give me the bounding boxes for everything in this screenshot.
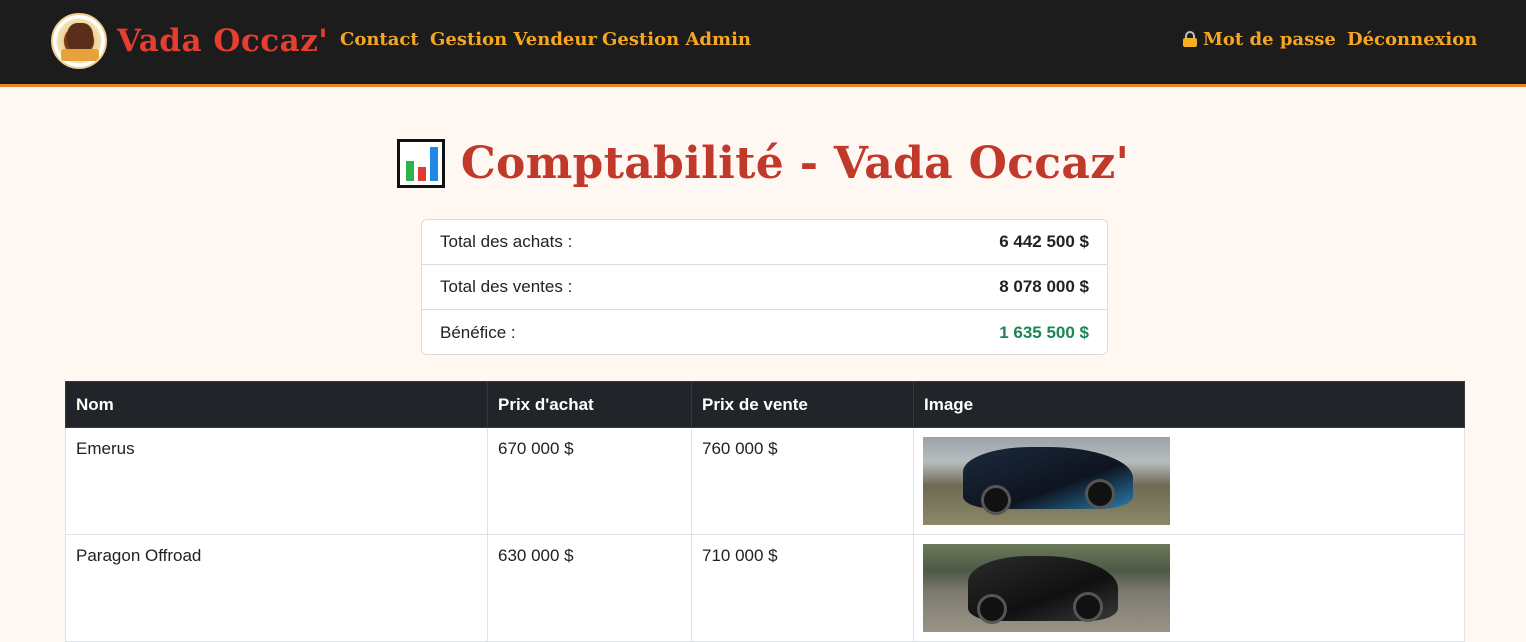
page-title: Comptabilité - Vada Occaz' (460, 138, 1130, 189)
summary-value-profit: 1 635 500 $ (999, 322, 1089, 342)
lock-icon (1183, 31, 1197, 47)
nav-logout[interactable]: Déconnexion (1347, 29, 1477, 50)
table-row: Emerus 670 000 $ 760 000 $ (65, 427, 1465, 535)
column-header-sale-price: Prix de vente (691, 381, 914, 428)
brand-name: Vada Occaz' (117, 23, 329, 59)
cell-name: Emerus (65, 427, 488, 535)
navbar: Vada Occaz' Contact Gestion Vendeur Gest… (0, 0, 1526, 87)
nav-contact[interactable]: Contact (340, 29, 419, 50)
vehicles-table: Nom Prix d'achat Prix de vente Image Eme… (65, 381, 1465, 642)
nav-gestion-vendeur[interactable]: Gestion Vendeur (430, 29, 597, 50)
table-row: Paragon Offroad 630 000 $ 710 000 $ (65, 534, 1465, 642)
cell-name: Paragon Offroad (65, 534, 488, 642)
accounting-summary: Total des achats : 6 442 500 $ Total des… (421, 219, 1108, 355)
summary-value: 8 078 000 $ (999, 277, 1089, 296)
nav-password[interactable]: Mot de passe (1183, 29, 1336, 50)
cell-sale-price: 760 000 $ (691, 427, 914, 535)
summary-label: Total des achats : (440, 232, 573, 251)
nav-gestion-admin[interactable]: Gestion Admin (602, 29, 751, 50)
brand-home-link[interactable]: Vada Occaz' (51, 13, 328, 69)
cell-image (913, 427, 1465, 535)
cell-purchase-price: 630 000 $ (487, 534, 692, 642)
bar-chart-icon (396, 139, 445, 188)
page-header: Comptabilité - Vada Occaz' (0, 138, 1526, 193)
cell-image (913, 534, 1465, 642)
column-header-name: Nom (65, 381, 488, 428)
column-header-purchase-price: Prix d'achat (487, 381, 692, 428)
column-header-image: Image (913, 381, 1465, 428)
car-photo-emerus (923, 437, 1170, 525)
cell-sale-price: 710 000 $ (691, 534, 914, 642)
summary-label: Bénéfice : (440, 322, 516, 342)
car-photo-paragon-offroad (923, 544, 1170, 632)
table-header-row: Nom Prix d'achat Prix de vente Image (65, 381, 1465, 428)
cell-purchase-price: 670 000 $ (487, 427, 692, 535)
logo-icon (51, 13, 107, 69)
summary-row-purchases: Total des achats : 6 442 500 $ (422, 220, 1107, 265)
summary-label: Total des ventes : (440, 277, 573, 296)
nav-password-label: Mot de passe (1203, 29, 1336, 50)
summary-value: 6 442 500 $ (999, 232, 1089, 251)
summary-row-sales: Total des ventes : 8 078 000 $ (422, 265, 1107, 310)
summary-row-profit: Bénéfice : 1 635 500 $ (422, 310, 1107, 354)
